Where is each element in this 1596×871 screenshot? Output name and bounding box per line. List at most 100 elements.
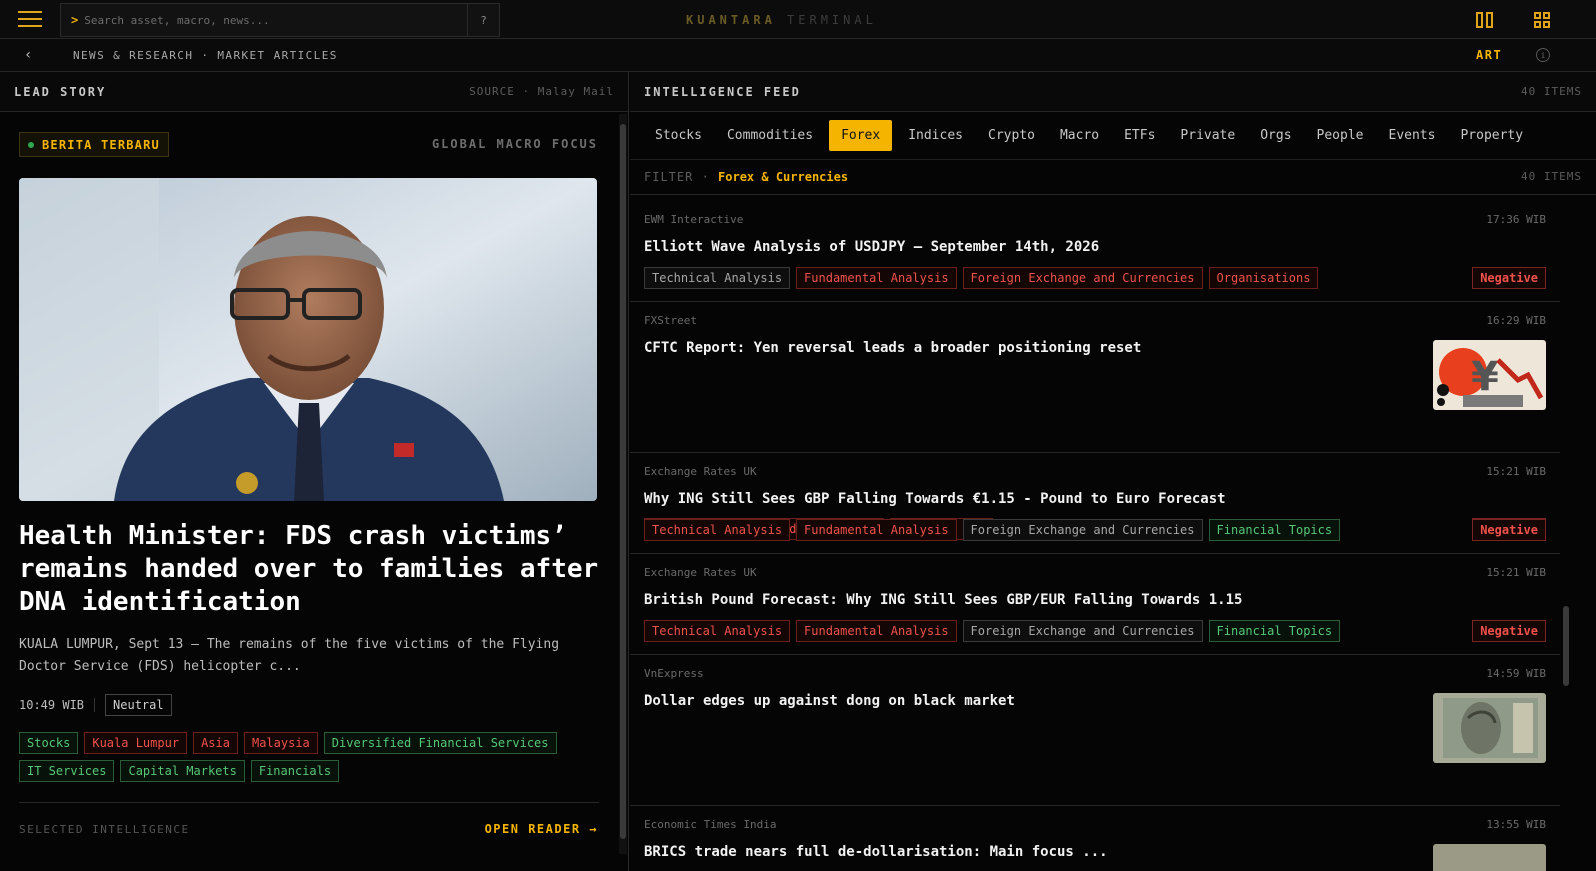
lead-story-image[interactable] bbox=[19, 178, 597, 501]
breaking-badge: BERITA TERBARU bbox=[19, 132, 169, 157]
feed-item-source: FXStreet bbox=[644, 314, 697, 327]
lead-scrollbar-thumb[interactable] bbox=[620, 124, 626, 839]
intelligence-feed-panel: INTELLIGENCE FEED 40 ITEMS Stocks Commodi… bbox=[630, 72, 1596, 871]
open-reader-button[interactable]: OPEN READER → bbox=[485, 822, 598, 836]
filter-count: 40 ITEMS bbox=[1521, 170, 1582, 183]
feed-list: EWM Interactive 17:36 WIB Elliott Wave Ana… bbox=[630, 205, 1560, 871]
brand-primary: KUANTARA bbox=[686, 13, 776, 27]
lead-headline[interactable]: Health Minister: FDS crash victims’ rema… bbox=[19, 520, 604, 619]
tab-macro[interactable]: Macro bbox=[1051, 121, 1108, 150]
tag-chip[interactable]: Fundamental Analysis bbox=[796, 620, 957, 642]
feed-scrollbar[interactable] bbox=[1562, 116, 1570, 856]
tag-chip[interactable]: IT Services bbox=[19, 760, 115, 782]
feed-title: INTELLIGENCE FEED bbox=[644, 85, 801, 99]
tab-property[interactable]: Property bbox=[1451, 121, 1532, 150]
search-prompt-icon: > bbox=[71, 13, 79, 27]
tab-private[interactable]: Private bbox=[1171, 121, 1244, 150]
tag-chip[interactable]: Fundamental Analysis bbox=[796, 519, 957, 541]
feed-item-source: Exchange Rates UK bbox=[644, 566, 757, 579]
feed-item[interactable]: Economic Times India 13:55 WIB BRICS trade… bbox=[630, 806, 1560, 871]
filter-bar: FILTER · Forex & Currencies 40 ITEMS bbox=[630, 161, 1596, 195]
filter-value[interactable]: Forex & Currencies bbox=[718, 170, 848, 184]
tag-chip[interactable]: Financial Topics bbox=[1208, 620, 1341, 642]
lead-sentiment-badge: Neutral bbox=[105, 694, 172, 716]
breadcrumb-bar: ‹ NEWS & RESEARCH · MARKET ARTICLES ART … bbox=[0, 39, 1596, 72]
search-input[interactable] bbox=[78, 13, 469, 27]
top-bar: > ? KUANTARA TERMINAL bbox=[0, 0, 1596, 39]
tab-indices[interactable]: Indices bbox=[899, 121, 972, 150]
tab-people[interactable]: People bbox=[1308, 121, 1373, 150]
search-box[interactable]: > ? bbox=[60, 3, 500, 37]
portrait-illustration bbox=[19, 178, 597, 501]
feed-item-title[interactable]: Why ING Still Sees GBP Falling Towards €… bbox=[644, 491, 1226, 507]
tag-chip[interactable]: Organisations bbox=[1208, 267, 1319, 289]
grid-view-icon[interactable] bbox=[1534, 12, 1552, 28]
lead-tags-row: IT Services Capital Markets Financials bbox=[19, 760, 340, 782]
tab-orgs[interactable]: Orgs bbox=[1251, 121, 1300, 150]
feed-item-source: Economic Times India bbox=[644, 818, 777, 831]
tab-events[interactable]: Events bbox=[1380, 121, 1445, 150]
tag-chip[interactable]: Diversified Financial Services bbox=[323, 732, 557, 754]
divider bbox=[19, 802, 599, 803]
tag-chip[interactable]: Technical Analysis bbox=[644, 267, 791, 289]
tag-chip[interactable]: Foreign Exchange and Currencies bbox=[962, 267, 1203, 289]
feed-item-title[interactable]: British Pound Forecast: Why ING Still Se… bbox=[644, 592, 1242, 608]
lead-source: SOURCE · Malay Mail bbox=[469, 85, 614, 98]
feed-item-source: VnExpress bbox=[644, 667, 704, 680]
breaking-badge-label: BERITA TERBARU bbox=[42, 137, 160, 152]
feed-item-time: 16:29 WIB bbox=[1486, 314, 1546, 327]
tab-commodities[interactable]: Commodities bbox=[718, 121, 822, 150]
tab-forex[interactable]: Forex bbox=[829, 120, 893, 151]
tag-chip[interactable]: Stocks bbox=[19, 732, 79, 754]
lead-time: 10:49 WIB bbox=[19, 698, 96, 712]
lead-story-title: LEAD STORY bbox=[14, 85, 107, 99]
tag-chip[interactable]: Asia bbox=[193, 732, 238, 754]
tag-chip[interactable]: Financial Topics bbox=[1208, 519, 1341, 541]
tab-stocks[interactable]: Stocks bbox=[646, 121, 711, 150]
filter-label: FILTER · Forex & Currencies bbox=[644, 170, 848, 184]
lead-summary: KUALA LUMPUR, Sept 13 — The remains of t… bbox=[19, 637, 560, 674]
tag-chip[interactable]: Technical Analysis bbox=[644, 519, 791, 541]
lead-scrollbar[interactable] bbox=[619, 114, 627, 854]
sentiment-badge: Negative bbox=[1472, 267, 1546, 289]
lead-tags-row: Stocks Kuala Lumpur Asia Malaysia Diversifie… bbox=[19, 732, 557, 754]
selected-intelligence-label: SELECTED INTELLIGENCE bbox=[19, 823, 190, 836]
feed-item-thumbnail[interactable]: ¥ bbox=[1433, 340, 1546, 410]
feed-item-thumbnail[interactable] bbox=[1433, 693, 1546, 763]
tag-chip[interactable]: Foreign Exchange and Currencies bbox=[962, 620, 1203, 642]
back-chevron-icon[interactable]: ‹ bbox=[24, 47, 32, 63]
lead-story-body: BERITA TERBARU GLOBAL MACRO FOCUS Health… bbox=[0, 112, 618, 871]
tag-chip[interactable]: Kuala Lumpur bbox=[84, 732, 188, 754]
info-icon[interactable]: i bbox=[1536, 48, 1550, 62]
feed-item[interactable]: FXStreet 16:29 WIB CFTC Report: Yen revers… bbox=[630, 302, 1560, 540]
art-mode-button[interactable]: ART bbox=[1476, 48, 1502, 62]
feed-item[interactable]: VnExpress 14:59 WIB Dollar edges up agains… bbox=[630, 655, 1560, 806]
feed-item-title[interactable]: Elliott Wave Analysis of USDJPY – Septem… bbox=[644, 239, 1099, 255]
feed-item-title[interactable]: BRICS trade nears full de-dollarisation:… bbox=[644, 844, 1108, 860]
tag-chip[interactable]: Foreign Exchange and Currencies bbox=[962, 519, 1203, 541]
app-brand: KUANTARA TERMINAL bbox=[686, 13, 877, 27]
feed-item[interactable]: EWM Interactive 17:36 WIB Elliott Wave Ana… bbox=[630, 205, 1560, 302]
tag-chip[interactable]: Malaysia bbox=[243, 732, 318, 754]
tab-etfs[interactable]: ETFs bbox=[1115, 121, 1164, 150]
menu-icon[interactable] bbox=[18, 11, 42, 29]
feed-item-time: 17:36 WIB bbox=[1486, 213, 1546, 226]
help-button[interactable]: ? bbox=[467, 4, 499, 36]
lead-meta: 10:49 WIB Neutral bbox=[19, 694, 172, 716]
feed-item[interactable]: Exchange Rates UK 15:21 WIB British Pound … bbox=[630, 554, 1560, 655]
split-view-icon[interactable] bbox=[1476, 12, 1494, 28]
feed-item-thumbnail[interactable] bbox=[1433, 844, 1546, 871]
filter-prefix: FILTER · bbox=[644, 170, 710, 184]
tab-crypto[interactable]: Crypto bbox=[979, 121, 1044, 150]
feed-item-title[interactable]: CFTC Report: Yen reversal leads a broade… bbox=[644, 340, 1141, 356]
tag-chip[interactable]: Financials bbox=[250, 760, 340, 782]
feed-item-title[interactable]: Dollar edges up against dong on black ma… bbox=[644, 693, 1015, 709]
tag-chip[interactable]: Fundamental Analysis bbox=[796, 267, 957, 289]
feed-item-tags: Technical Analysis Fundamental Analysis Fo… bbox=[644, 519, 1341, 541]
brand-secondary: TERMINAL bbox=[787, 13, 877, 27]
feed-item-time: 15:21 WIB bbox=[1486, 566, 1546, 579]
tag-chip[interactable]: Technical Analysis bbox=[644, 620, 791, 642]
feed-item[interactable]: Exchange Rates UK 15:21 WIB Why ING Still … bbox=[630, 453, 1560, 554]
feed-scrollbar-thumb[interactable] bbox=[1563, 606, 1569, 686]
tag-chip[interactable]: Capital Markets bbox=[120, 760, 245, 782]
